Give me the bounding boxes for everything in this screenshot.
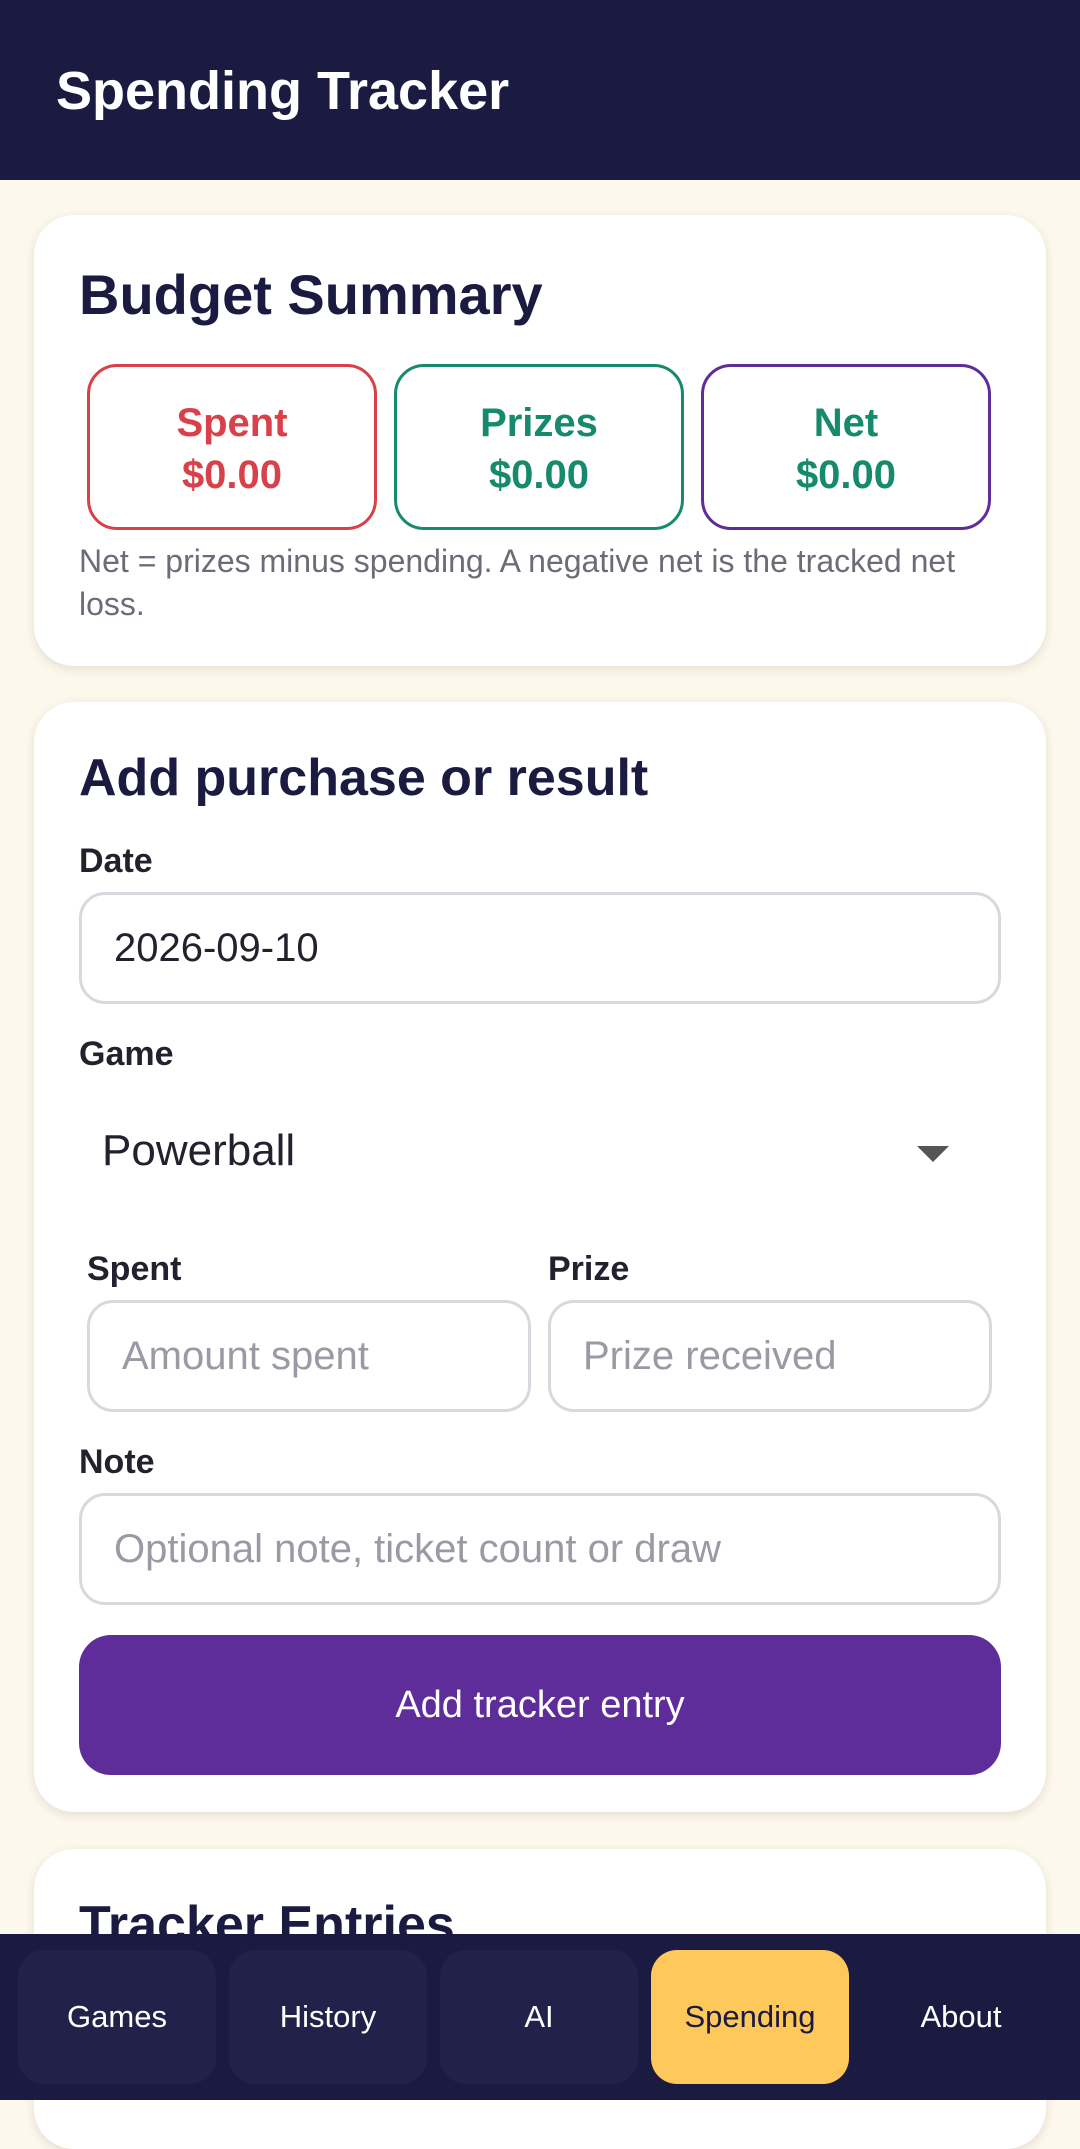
spent-input[interactable] [87, 1300, 531, 1412]
bottom-nav: Games History AI Spending About [0, 1934, 1080, 2100]
nav-tab-history[interactable]: History [229, 1950, 427, 2084]
spent-stat-label: Spent [176, 401, 288, 445]
net-stat-value: $0.00 [795, 453, 897, 497]
nav-tab-about[interactable]: About [862, 1950, 1060, 2084]
spent-stat-value: $0.00 [181, 453, 283, 497]
nav-tab-spending[interactable]: Spending [651, 1950, 849, 2084]
chevron-down-icon [917, 1146, 949, 1162]
prizes-stat-value: $0.00 [488, 453, 590, 497]
net-stat-label: Net [813, 401, 879, 445]
budget-summary-title: Budget Summary [79, 263, 543, 326]
prizes-stat-label: Prizes [480, 401, 598, 445]
add-tracker-entry-button[interactable]: Add tracker entry [79, 1635, 1001, 1775]
app-title: Spending Tracker [56, 61, 510, 121]
spent-stat: Spent $0.00 [87, 364, 377, 530]
game-label: Game [79, 1035, 174, 1073]
net-stat: Net $0.00 [701, 364, 991, 530]
add-entry-title: Add purchase or result [79, 749, 649, 807]
note-input[interactable] [79, 1493, 1001, 1605]
app-bar: Spending Tracker [0, 0, 1080, 180]
prizes-stat: Prizes $0.00 [394, 364, 684, 530]
date-input[interactable] [79, 892, 1001, 1004]
net-explanation: Net = prizes minus spending. A negative … [79, 543, 956, 622]
prize-input[interactable] [548, 1300, 992, 1412]
date-label: Date [79, 842, 153, 880]
nav-tab-games[interactable]: Games [18, 1950, 216, 2084]
nav-tab-ai[interactable]: AI [440, 1950, 638, 2084]
spent-label: Spent [87, 1250, 182, 1288]
prize-label: Prize [548, 1250, 630, 1288]
game-select-value: Powerball [102, 1126, 296, 1175]
note-label: Note [79, 1443, 155, 1481]
